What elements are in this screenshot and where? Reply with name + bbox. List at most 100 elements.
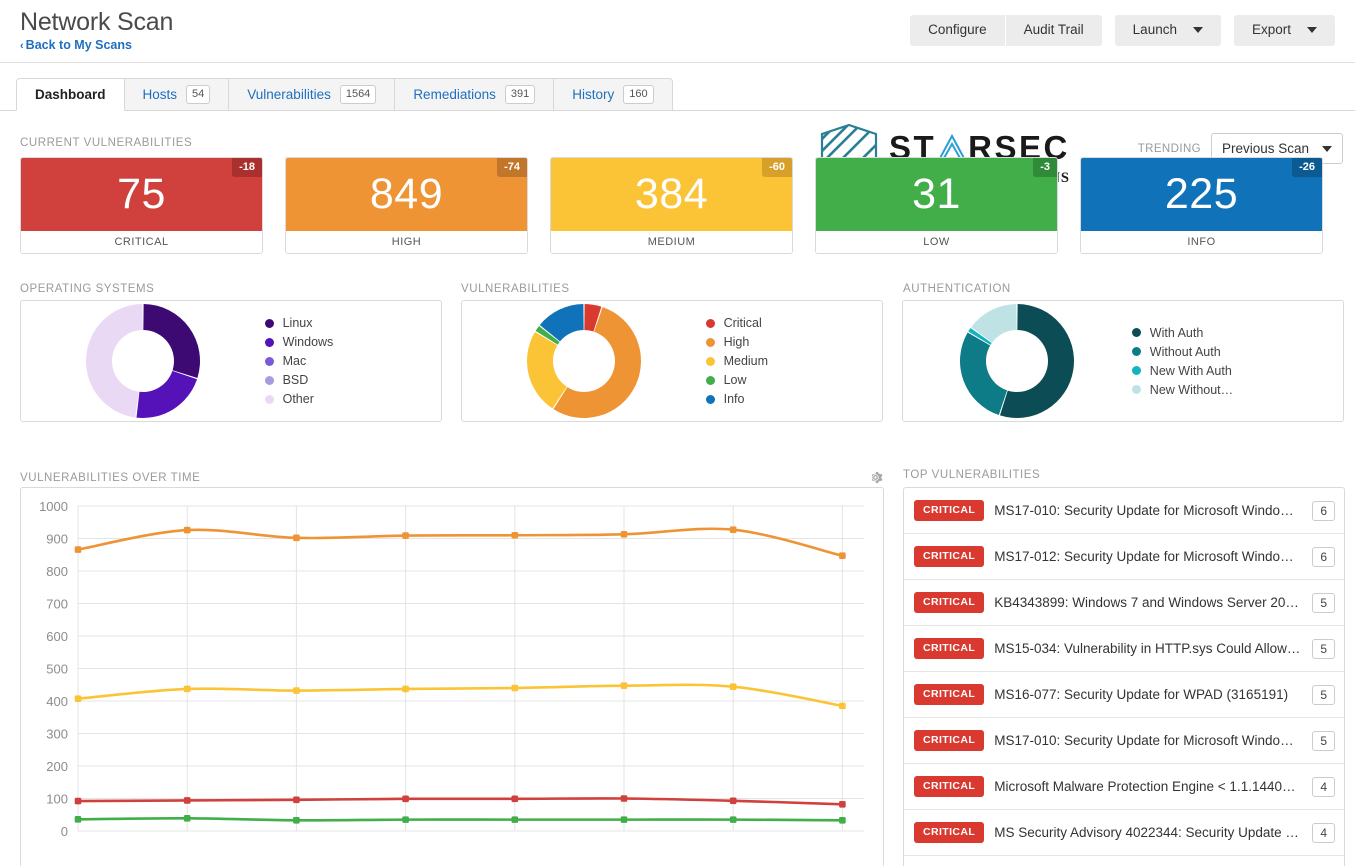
legend-label: Critical <box>723 316 762 330</box>
top-vulnerability-row[interactable]: CRITICAL MS17-010: Security Update for Mi… <box>904 718 1344 764</box>
authentication-donut-holder <box>903 298 1132 424</box>
top-bar-actions: Configure Audit Trail Launch Export <box>910 15 1335 46</box>
top-vulnerability-row[interactable]: CRITICAL MS17-012: Security Update for Mi… <box>904 534 1344 580</box>
severity-badge: CRITICAL <box>914 776 985 797</box>
top-vulnerability-row[interactable]: CRITICAL MS15-034: Vulnerability in HTTP.… <box>904 626 1344 672</box>
current-vulnerabilities-label: CURRENT VULNERABILITIES <box>20 137 193 149</box>
launch-button[interactable]: Launch <box>1114 15 1221 46</box>
back-link-label: Back to My Scans <box>25 38 132 52</box>
legend-label: BSD <box>282 373 309 387</box>
tab-dashboard[interactable]: Dashboard <box>16 78 125 111</box>
severity-value: 75 <box>117 170 166 218</box>
vulnerability-count-badge: 5 <box>1312 684 1335 705</box>
severity-card-body: 849 -74 <box>286 158 527 231</box>
vulnerabilities-over-time-panel: 0 100 200 300 400 500 600 700 800 900 1000 <box>20 487 884 866</box>
operating-systems-panel: Linux Windows Mac BSD Other <box>20 300 442 422</box>
severity-card-medium[interactable]: 384 -60 MEDIUM <box>550 157 793 254</box>
severity-badge: CRITICAL <box>914 638 985 659</box>
vulnerability-count-badge: 4 <box>1312 776 1335 797</box>
tab-label: History <box>572 87 615 102</box>
vulnerability-count-badge: 6 <box>1312 546 1335 567</box>
svg-text:600: 600 <box>46 629 68 644</box>
vulnerabilities-donut-panel: Critical High Medium Low Info <box>461 300 883 422</box>
legend-label: Linux <box>282 316 313 330</box>
legend-color-swatch <box>705 375 715 385</box>
tab-vulnerabilities[interactable]: Vulnerabilities 1564 <box>229 78 396 111</box>
legend-color-swatch <box>264 356 274 366</box>
tab-count-badge: 160 <box>623 85 654 104</box>
trending-label: TRENDING <box>1137 142 1201 155</box>
svg-text:500: 500 <box>46 662 68 677</box>
severity-card-critical[interactable]: 75 -18 CRITICAL <box>20 157 263 254</box>
vulnerability-count-badge: 4 <box>1312 822 1335 843</box>
top-vulnerability-row[interactable]: CRITICAL KB4343899: Windows 7 and Windows… <box>904 580 1344 626</box>
legend-item-new-without-auth[interactable]: New Without… <box>1131 383 1233 397</box>
severity-card-body: 31 -3 <box>816 158 1057 231</box>
legend-label: Windows <box>282 335 334 349</box>
tab-remediations[interactable]: Remediations 391 <box>395 78 555 111</box>
severity-delta-badge: -3 <box>1033 158 1057 177</box>
authentication-label: AUTHENTICATION <box>903 283 1011 295</box>
severity-card-row: 75 -18 CRITICAL 849 -74 HIGH 384 -60 MED… <box>20 157 1323 254</box>
tab-bar: Dashboard Hosts 54 Vulnerabilities 1564 … <box>0 63 1355 195</box>
donut-panel-row: Linux Windows Mac BSD Other Critical Hig… <box>20 300 1344 422</box>
legend-item-critical[interactable]: Critical <box>705 316 768 330</box>
svg-text:300: 300 <box>46 727 68 742</box>
legend-item-high[interactable]: High <box>705 335 768 349</box>
vulnerabilities-over-time-label: VULNERABILITIES OVER TIME <box>20 471 201 484</box>
operating-systems-donut-chart <box>85 304 200 418</box>
trending-selected-value: Previous Scan <box>1222 141 1310 156</box>
legend-item-bsd[interactable]: BSD <box>264 373 334 387</box>
severity-card-low[interactable]: 31 -3 LOW <box>815 157 1058 254</box>
legend-item-without-auth[interactable]: Without Auth <box>1131 345 1233 359</box>
legend-color-swatch <box>264 337 274 347</box>
audit-trail-button[interactable]: Audit Trail <box>1005 15 1102 46</box>
configure-button[interactable]: Configure <box>910 15 1005 46</box>
legend-item-windows[interactable]: Windows <box>264 335 334 349</box>
configure-audit-group: Configure Audit Trail <box>910 15 1102 46</box>
legend-item-linux[interactable]: Linux <box>264 316 334 330</box>
back-to-my-scans-link[interactable]: ‹ Back to My Scans <box>20 38 132 52</box>
export-button[interactable]: Export <box>1233 15 1335 46</box>
legend-color-swatch <box>705 318 715 328</box>
page-title: Network Scan <box>20 8 174 36</box>
top-vulnerability-row[interactable]: CRITICAL Microsoft Malware Protection Eng… <box>904 764 1344 810</box>
severity-label: HIGH <box>286 231 527 253</box>
vulnerability-name: KB4343899: Windows 7 and Windows Server … <box>994 595 1303 610</box>
authentication-panel: With Auth Without Auth New With Auth New… <box>902 300 1344 422</box>
top-vulnerability-row[interactable]: CRITICAL MS17-010: Security Update for Mi… <box>904 488 1344 534</box>
severity-label: CRITICAL <box>21 231 262 253</box>
top-vulnerability-row[interactable]: CRITICAL MS16-077: Security Update for WP… <box>904 672 1344 718</box>
legend-color-swatch <box>1131 385 1141 394</box>
tab-count-badge: 54 <box>186 85 211 104</box>
legend-color-swatch <box>705 356 715 366</box>
legend-item-other[interactable]: Other <box>264 392 334 406</box>
operating-systems-legend: Linux Windows Mac BSD Other <box>264 316 334 406</box>
legend-item-low[interactable]: Low <box>705 373 768 387</box>
severity-card-info[interactable]: 225 -26 INFO <box>1080 157 1323 254</box>
vulnerability-name: MS16-077: Security Update for WPAD (3165… <box>994 687 1289 702</box>
severity-card-high[interactable]: 849 -74 HIGH <box>285 157 528 254</box>
legend-item-medium[interactable]: Medium <box>705 354 768 368</box>
top-vulnerability-row[interactable]: CRITICAL MS Security Advisory 4022344: Se… <box>904 810 1344 856</box>
svg-text:100: 100 <box>46 792 68 807</box>
tab-hosts[interactable]: Hosts 54 <box>124 78 230 111</box>
top-vulnerabilities-panel: CRITICAL MS17-010: Security Update for Mi… <box>903 487 1345 866</box>
vulnerabilities-over-time-chart: 0 100 200 300 400 500 600 700 800 900 1000 <box>39 499 864 839</box>
legend-item-mac[interactable]: Mac <box>264 354 334 368</box>
operating-systems-donut-holder <box>21 298 265 424</box>
svg-text:800: 800 <box>46 564 68 579</box>
severity-badge: CRITICAL <box>914 684 985 705</box>
top-vulnerabilities-list: CRITICAL MS17-010: Security Update for Mi… <box>904 488 1344 856</box>
severity-delta-badge: -74 <box>497 158 527 177</box>
legend-color-swatch <box>1131 366 1141 375</box>
legend-label: Mac <box>282 354 307 368</box>
legend-label: Info <box>723 392 745 406</box>
legend-color-swatch <box>705 394 715 404</box>
tab-history[interactable]: History 160 <box>554 78 673 111</box>
legend-item-with-auth[interactable]: With Auth <box>1131 326 1233 340</box>
chevron-down-icon <box>1322 145 1332 152</box>
gear-icon[interactable] <box>867 469 884 486</box>
legend-item-info[interactable]: Info <box>705 392 768 406</box>
legend-item-new-with-auth[interactable]: New With Auth <box>1131 364 1233 378</box>
